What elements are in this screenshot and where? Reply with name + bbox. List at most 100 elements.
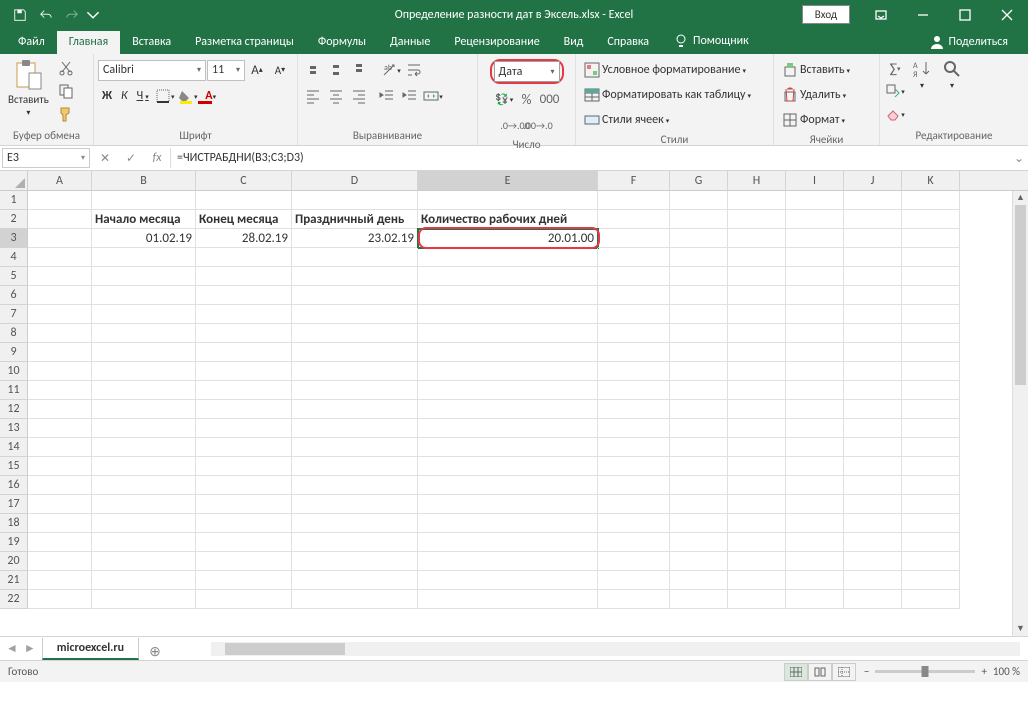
cell[interactable] xyxy=(786,286,844,305)
cell[interactable] xyxy=(196,419,292,438)
cell[interactable] xyxy=(92,286,196,305)
tab-data[interactable]: Данные xyxy=(378,31,442,54)
cell[interactable] xyxy=(92,343,196,362)
percent-icon[interactable]: % xyxy=(516,88,538,110)
cell[interactable] xyxy=(92,552,196,571)
cell[interactable] xyxy=(28,305,92,324)
font-color-icon[interactable]: A▾ xyxy=(200,85,222,107)
row-header[interactable]: 4 xyxy=(0,248,28,267)
cell[interactable] xyxy=(28,286,92,305)
cell[interactable] xyxy=(786,457,844,476)
cell[interactable] xyxy=(902,286,960,305)
cell[interactable] xyxy=(292,286,418,305)
cell[interactable] xyxy=(902,229,960,248)
cell[interactable] xyxy=(670,229,728,248)
cell[interactable]: 01.02.19 xyxy=(92,229,196,248)
row-header[interactable]: 8 xyxy=(0,324,28,343)
row-header[interactable]: 13 xyxy=(0,419,28,438)
cell[interactable] xyxy=(598,457,670,476)
vertical-scrollbar[interactable]: ▲ ▼ xyxy=(1012,191,1028,636)
cell[interactable] xyxy=(902,400,960,419)
cell[interactable] xyxy=(670,533,728,552)
share-button[interactable]: Поделиться xyxy=(919,30,1018,54)
cell[interactable] xyxy=(418,267,598,286)
cell[interactable] xyxy=(92,533,196,552)
cell[interactable] xyxy=(292,457,418,476)
cell[interactable] xyxy=(418,343,598,362)
cell[interactable] xyxy=(786,533,844,552)
cell[interactable] xyxy=(728,400,786,419)
cell[interactable] xyxy=(292,476,418,495)
cell[interactable] xyxy=(598,324,670,343)
cell[interactable] xyxy=(844,514,902,533)
cell[interactable] xyxy=(598,514,670,533)
cell[interactable] xyxy=(786,590,844,609)
cell[interactable] xyxy=(844,457,902,476)
cell[interactable] xyxy=(670,286,728,305)
cell[interactable] xyxy=(292,571,418,590)
cell[interactable]: Конец месяца xyxy=(196,210,292,229)
cell[interactable] xyxy=(902,514,960,533)
cell[interactable] xyxy=(844,191,902,210)
cell[interactable] xyxy=(28,381,92,400)
italic-button[interactable]: К xyxy=(117,85,132,107)
cell[interactable] xyxy=(786,343,844,362)
cell[interactable] xyxy=(598,552,670,571)
copy-icon[interactable] xyxy=(55,80,77,102)
cell[interactable] xyxy=(292,514,418,533)
fill-color-icon[interactable]: ▾ xyxy=(177,85,199,107)
cancel-formula-icon[interactable]: ✕ xyxy=(92,148,118,168)
select-all-corner[interactable] xyxy=(0,171,28,191)
cell[interactable] xyxy=(292,248,418,267)
cell[interactable] xyxy=(92,400,196,419)
align-left-icon[interactable] xyxy=(302,85,324,107)
row-header[interactable]: 11 xyxy=(0,381,28,400)
cell[interactable] xyxy=(292,267,418,286)
cell[interactable] xyxy=(196,381,292,400)
cell[interactable] xyxy=(728,476,786,495)
cell[interactable] xyxy=(844,571,902,590)
cell[interactable] xyxy=(28,210,92,229)
cell[interactable] xyxy=(28,590,92,609)
row-header[interactable]: 1 xyxy=(0,191,28,210)
row-header[interactable]: 22 xyxy=(0,590,28,609)
cell[interactable] xyxy=(418,286,598,305)
page-break-view-icon[interactable] xyxy=(832,663,856,681)
cell[interactable] xyxy=(728,514,786,533)
cell[interactable] xyxy=(670,267,728,286)
cell[interactable] xyxy=(786,305,844,324)
cell[interactable] xyxy=(598,267,670,286)
cell[interactable] xyxy=(786,476,844,495)
cell[interactable]: 23.02.19 xyxy=(292,229,418,248)
ribbon-options-icon[interactable] xyxy=(860,0,902,29)
cell[interactable] xyxy=(292,590,418,609)
find-select-button[interactable]: ▾ xyxy=(938,57,966,93)
cell[interactable] xyxy=(844,533,902,552)
cell[interactable] xyxy=(598,305,670,324)
cell[interactable] xyxy=(670,476,728,495)
cell[interactable] xyxy=(418,248,598,267)
cell[interactable] xyxy=(844,343,902,362)
row-header[interactable]: 20 xyxy=(0,552,28,571)
row-header[interactable]: 12 xyxy=(0,400,28,419)
cell[interactable] xyxy=(844,400,902,419)
cell[interactable] xyxy=(728,533,786,552)
cell[interactable] xyxy=(196,286,292,305)
cell[interactable] xyxy=(728,590,786,609)
cell[interactable] xyxy=(292,305,418,324)
cell[interactable] xyxy=(92,590,196,609)
row-header[interactable]: 15 xyxy=(0,457,28,476)
cell[interactable] xyxy=(670,495,728,514)
cell[interactable] xyxy=(92,248,196,267)
cell[interactable] xyxy=(902,533,960,552)
cell[interactable]: Начало месяца xyxy=(92,210,196,229)
cell[interactable] xyxy=(844,248,902,267)
scroll-down-icon[interactable]: ▼ xyxy=(1013,622,1028,636)
cell[interactable] xyxy=(844,305,902,324)
column-header[interactable]: H xyxy=(728,171,786,191)
cell[interactable] xyxy=(844,476,902,495)
cell[interactable] xyxy=(786,495,844,514)
cell[interactable] xyxy=(844,229,902,248)
close-icon[interactable] xyxy=(986,0,1028,29)
cell[interactable] xyxy=(902,476,960,495)
